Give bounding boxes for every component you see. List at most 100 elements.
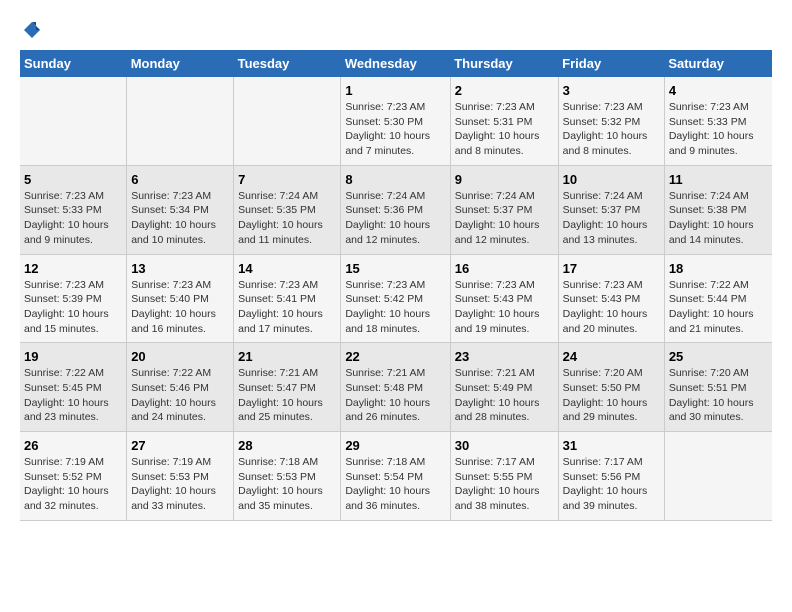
calendar-cell: 26 Sunrise: 7:19 AM Sunset: 5:52 PM Dayli…: [20, 432, 127, 521]
day-number: 2: [455, 83, 554, 98]
day-info: Sunrise: 7:23 AM Sunset: 5:40 PM Dayligh…: [131, 278, 229, 337]
calendar-table: SundayMondayTuesdayWednesdayThursdayFrid…: [20, 50, 772, 521]
day-info: Sunrise: 7:23 AM Sunset: 5:31 PM Dayligh…: [455, 100, 554, 159]
day-number: 20: [131, 349, 229, 364]
day-number: 1: [345, 83, 445, 98]
day-number: 23: [455, 349, 554, 364]
calendar-cell: 29 Sunrise: 7:18 AM Sunset: 5:54 PM Dayli…: [341, 432, 450, 521]
day-info: Sunrise: 7:20 AM Sunset: 5:50 PM Dayligh…: [563, 366, 660, 425]
calendar-cell: 8Sunrise: 7:24 AM Sunset: 5:36 PM Daylig…: [341, 165, 450, 254]
calendar-cell: 11 Sunrise: 7:24 AM Sunset: 5:38 PM Dayli…: [664, 165, 772, 254]
column-header-wednesday: Wednesday: [341, 50, 450, 77]
day-info: Sunrise: 7:23 AM Sunset: 5:34 PM Dayligh…: [131, 189, 229, 248]
day-number: 21: [238, 349, 336, 364]
day-info: Sunrise: 7:24 AM Sunset: 5:37 PM Dayligh…: [455, 189, 554, 248]
day-info: Sunrise: 7:19 AM Sunset: 5:53 PM Dayligh…: [131, 455, 229, 514]
day-number: 12: [24, 261, 122, 276]
calendar-cell: [664, 432, 772, 521]
calendar-cell: [234, 77, 341, 165]
column-header-tuesday: Tuesday: [234, 50, 341, 77]
day-info: Sunrise: 7:18 AM Sunset: 5:53 PM Dayligh…: [238, 455, 336, 514]
day-info: Sunrise: 7:24 AM Sunset: 5:37 PM Dayligh…: [563, 189, 660, 248]
day-info: Sunrise: 7:23 AM Sunset: 5:39 PM Dayligh…: [24, 278, 122, 337]
calendar-cell: 17Sunrise: 7:23 AM Sunset: 5:43 PM Dayli…: [558, 254, 664, 343]
day-info: Sunrise: 7:23 AM Sunset: 5:30 PM Dayligh…: [345, 100, 445, 159]
day-number: 6: [131, 172, 229, 187]
calendar-week-row: 1 Sunrise: 7:23 AM Sunset: 5:30 PM Daylig…: [20, 77, 772, 165]
calendar-cell: 9 Sunrise: 7:24 AM Sunset: 5:37 PM Daylig…: [450, 165, 558, 254]
day-number: 28: [238, 438, 336, 453]
calendar-cell: 30 Sunrise: 7:17 AM Sunset: 5:55 PM Dayli…: [450, 432, 558, 521]
day-number: 19: [24, 349, 122, 364]
column-header-monday: Monday: [127, 50, 234, 77]
day-info: Sunrise: 7:24 AM Sunset: 5:35 PM Dayligh…: [238, 189, 336, 248]
calendar-cell: 22 Sunrise: 7:21 AM Sunset: 5:48 PM Dayli…: [341, 343, 450, 432]
calendar-cell: 7 Sunrise: 7:24 AM Sunset: 5:35 PM Daylig…: [234, 165, 341, 254]
day-info: Sunrise: 7:21 AM Sunset: 5:47 PM Dayligh…: [238, 366, 336, 425]
calendar-cell: [127, 77, 234, 165]
day-number: 3: [563, 83, 660, 98]
day-info: Sunrise: 7:17 AM Sunset: 5:56 PM Dayligh…: [563, 455, 660, 514]
calendar-cell: 14Sunrise: 7:23 AM Sunset: 5:41 PM Dayli…: [234, 254, 341, 343]
day-number: 14: [238, 261, 336, 276]
day-number: 4: [669, 83, 768, 98]
day-number: 5: [24, 172, 122, 187]
calendar-week-row: 12 Sunrise: 7:23 AM Sunset: 5:39 PM Dayli…: [20, 254, 772, 343]
calendar-cell: 25Sunrise: 7:20 AM Sunset: 5:51 PM Dayli…: [664, 343, 772, 432]
calendar-cell: 12 Sunrise: 7:23 AM Sunset: 5:39 PM Dayli…: [20, 254, 127, 343]
day-number: 26: [24, 438, 122, 453]
day-info: Sunrise: 7:24 AM Sunset: 5:38 PM Dayligh…: [669, 189, 768, 248]
calendar-week-row: 5Sunrise: 7:23 AM Sunset: 5:33 PM Daylig…: [20, 165, 772, 254]
column-header-thursday: Thursday: [450, 50, 558, 77]
day-info: Sunrise: 7:23 AM Sunset: 5:42 PM Dayligh…: [345, 278, 445, 337]
calendar-cell: 21 Sunrise: 7:21 AM Sunset: 5:47 PM Dayli…: [234, 343, 341, 432]
calendar-cell: 1 Sunrise: 7:23 AM Sunset: 5:30 PM Daylig…: [341, 77, 450, 165]
calendar-cell: [20, 77, 127, 165]
day-info: Sunrise: 7:23 AM Sunset: 5:32 PM Dayligh…: [563, 100, 660, 159]
day-number: 30: [455, 438, 554, 453]
logo-icon: [22, 20, 42, 40]
day-info: Sunrise: 7:23 AM Sunset: 5:33 PM Dayligh…: [669, 100, 768, 159]
day-number: 22: [345, 349, 445, 364]
day-info: Sunrise: 7:24 AM Sunset: 5:36 PM Dayligh…: [345, 189, 445, 248]
day-number: 15: [345, 261, 445, 276]
calendar-cell: 6 Sunrise: 7:23 AM Sunset: 5:34 PM Daylig…: [127, 165, 234, 254]
day-info: Sunrise: 7:21 AM Sunset: 5:48 PM Dayligh…: [345, 366, 445, 425]
calendar-cell: 3 Sunrise: 7:23 AM Sunset: 5:32 PM Daylig…: [558, 77, 664, 165]
day-info: Sunrise: 7:22 AM Sunset: 5:46 PM Dayligh…: [131, 366, 229, 425]
calendar-cell: 19 Sunrise: 7:22 AM Sunset: 5:45 PM Dayli…: [20, 343, 127, 432]
day-number: 10: [563, 172, 660, 187]
calendar-cell: 18Sunrise: 7:22 AM Sunset: 5:44 PM Dayli…: [664, 254, 772, 343]
day-number: 29: [345, 438, 445, 453]
calendar-cell: 23 Sunrise: 7:21 AM Sunset: 5:49 PM Dayli…: [450, 343, 558, 432]
day-number: 16: [455, 261, 554, 276]
day-number: 18: [669, 261, 768, 276]
day-info: Sunrise: 7:21 AM Sunset: 5:49 PM Dayligh…: [455, 366, 554, 425]
calendar-cell: 15 Sunrise: 7:23 AM Sunset: 5:42 PM Dayli…: [341, 254, 450, 343]
column-header-friday: Friday: [558, 50, 664, 77]
column-header-sunday: Sunday: [20, 50, 127, 77]
calendar-cell: 4 Sunrise: 7:23 AM Sunset: 5:33 PM Daylig…: [664, 77, 772, 165]
day-info: Sunrise: 7:17 AM Sunset: 5:55 PM Dayligh…: [455, 455, 554, 514]
calendar-week-row: 26 Sunrise: 7:19 AM Sunset: 5:52 PM Dayli…: [20, 432, 772, 521]
day-number: 7: [238, 172, 336, 187]
day-number: 13: [131, 261, 229, 276]
calendar-cell: 20 Sunrise: 7:22 AM Sunset: 5:46 PM Dayli…: [127, 343, 234, 432]
calendar-cell: 31 Sunrise: 7:17 AM Sunset: 5:56 PM Dayli…: [558, 432, 664, 521]
day-number: 27: [131, 438, 229, 453]
day-info: Sunrise: 7:19 AM Sunset: 5:52 PM Dayligh…: [24, 455, 122, 514]
calendar-cell: 27 Sunrise: 7:19 AM Sunset: 5:53 PM Dayli…: [127, 432, 234, 521]
calendar-cell: 24Sunrise: 7:20 AM Sunset: 5:50 PM Dayli…: [558, 343, 664, 432]
calendar-cell: 5Sunrise: 7:23 AM Sunset: 5:33 PM Daylig…: [20, 165, 127, 254]
day-info: Sunrise: 7:22 AM Sunset: 5:45 PM Dayligh…: [24, 366, 122, 425]
calendar-cell: 28 Sunrise: 7:18 AM Sunset: 5:53 PM Dayli…: [234, 432, 341, 521]
day-number: 31: [563, 438, 660, 453]
day-info: Sunrise: 7:20 AM Sunset: 5:51 PM Dayligh…: [669, 366, 768, 425]
calendar-cell: 13 Sunrise: 7:23 AM Sunset: 5:40 PM Dayli…: [127, 254, 234, 343]
day-number: 11: [669, 172, 768, 187]
day-info: Sunrise: 7:23 AM Sunset: 5:43 PM Dayligh…: [563, 278, 660, 337]
day-info: Sunrise: 7:18 AM Sunset: 5:54 PM Dayligh…: [345, 455, 445, 514]
calendar-cell: 16Sunrise: 7:23 AM Sunset: 5:43 PM Dayli…: [450, 254, 558, 343]
day-number: 9: [455, 172, 554, 187]
calendar-week-row: 19 Sunrise: 7:22 AM Sunset: 5:45 PM Dayli…: [20, 343, 772, 432]
